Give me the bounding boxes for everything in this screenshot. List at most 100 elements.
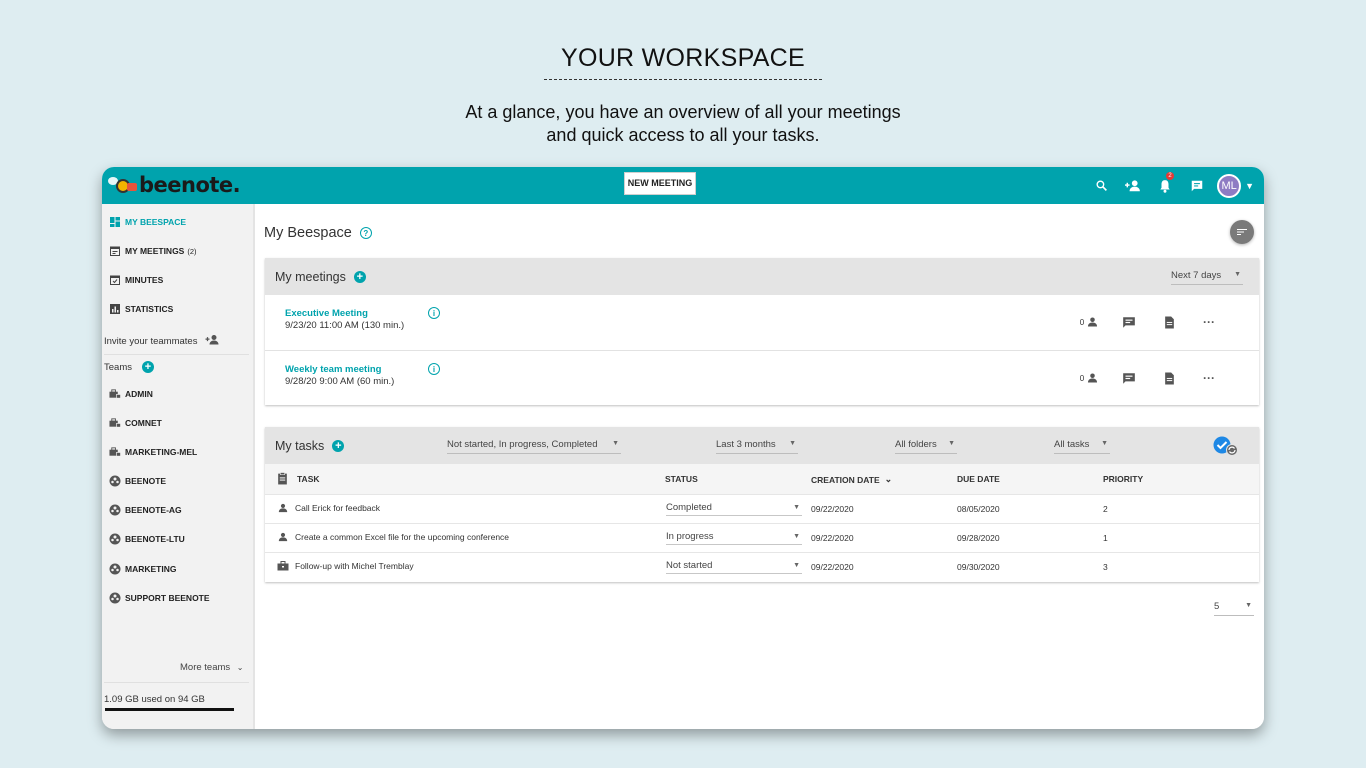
tasks-table-header: TASK STATUS CREATION DATE ⌄ DUE DATE PRI…	[265, 464, 1259, 494]
invite-label: Invite your teammates	[104, 335, 198, 347]
page-size-value: 5	[1214, 601, 1220, 612]
tasks-card: My tasks + Not started, In progress, Com…	[265, 427, 1259, 582]
task-status-value: In progress	[666, 531, 714, 542]
calendar-check-icon	[109, 274, 121, 286]
task-status-filter[interactable]: Not started, In progress, Completed ▼	[447, 439, 621, 454]
team-icon	[109, 475, 121, 487]
task-name: Call Erick for feedback	[295, 503, 381, 513]
add-meeting-icon[interactable]: +	[353, 271, 366, 283]
task-cell[interactable]: Create a common Excel file for the upcom…	[277, 532, 509, 542]
task-name: Create a common Excel file for the upcom…	[295, 532, 510, 542]
sidebar-team-marketing[interactable]: MARKETING	[109, 559, 176, 579]
info-icon[interactable]: i	[428, 363, 440, 375]
sidebar-team-beenote-ltu[interactable]: BEENOTE-LTU	[109, 529, 185, 549]
task-cell[interactable]: Call Erick for feedback	[277, 503, 380, 513]
meetings-title: My meetings +	[275, 270, 366, 284]
refresh-tasks-icon[interactable]	[1212, 436, 1240, 461]
participants-count[interactable]: 0	[1069, 373, 1109, 383]
creation-date-column-header[interactable]: CREATION DATE ⌄	[811, 474, 892, 485]
team-icon	[109, 592, 121, 604]
add-task-icon[interactable]: +	[332, 440, 345, 452]
more-options-icon[interactable]: ···	[1189, 371, 1229, 385]
sidebar-team-comnet[interactable]: COMNET	[109, 413, 162, 433]
hero-header: YOUR WORKSPACE	[0, 44, 1366, 80]
more-teams-link[interactable]: More teams ⌄	[180, 662, 244, 673]
sidebar-team-admin[interactable]: ADMIN	[109, 384, 153, 404]
task-period-filter-value: Last 3 months	[716, 439, 776, 450]
user-avatar[interactable]: ML	[1217, 173, 1242, 198]
task-folder-filter[interactable]: All folders ▼	[895, 439, 957, 454]
notifications-icon[interactable]: 2	[1149, 167, 1181, 204]
meeting-actions: 0 ···	[1069, 315, 1229, 329]
task-cell[interactable]: Follow-up with Michel Tremblay	[277, 561, 414, 571]
calendar-icon	[109, 245, 121, 257]
sidebar-item-statistics[interactable]: STATISTICS	[109, 299, 173, 319]
comment-icon[interactable]	[1109, 372, 1149, 385]
due-date-column-header[interactable]: DUE DATE	[957, 474, 1000, 484]
sidebar-team-marketing-mel[interactable]: MARKETING-MEL	[109, 442, 197, 462]
invite-teammates[interactable]: Invite your teammates	[104, 334, 220, 348]
document-icon[interactable]	[1149, 372, 1189, 385]
comment-icon[interactable]	[1109, 316, 1149, 329]
add-user-icon[interactable]	[1117, 167, 1149, 204]
task-type-filter-value: All tasks	[1054, 439, 1090, 450]
meeting-name[interactable]: Executive Meeting	[285, 308, 368, 319]
priority-column-header[interactable]: PRIORITY	[1103, 474, 1143, 484]
person-icon	[277, 532, 289, 542]
avatar-menu-caret-icon[interactable]: ▼	[1245, 181, 1254, 191]
info-icon[interactable]: i	[428, 307, 440, 319]
table-row: Follow-up with Michel Tremblay Not start…	[265, 552, 1259, 581]
meetings-title-text: My meetings	[275, 270, 346, 284]
task-created-date: 09/22/2020	[811, 533, 854, 543]
task-type-filter[interactable]: All tasks ▼	[1054, 439, 1110, 454]
meeting-date: 9/28/20 9:00 AM (60 min.)	[285, 376, 395, 387]
add-user-icon	[205, 334, 220, 348]
briefcase-icon	[277, 561, 289, 571]
top-actions: 2 ML ▼	[1085, 167, 1264, 204]
sidebar-item-label: MY BEESPACE	[125, 217, 187, 227]
task-name: Follow-up with Michel Tremblay	[295, 561, 414, 571]
chat-icon[interactable]	[1181, 167, 1213, 204]
sidebar-team-support-beenote[interactable]: SUPPORT BEENOTE	[109, 588, 210, 608]
task-status-select[interactable]: Not started ▼	[666, 560, 802, 574]
meetings-period-select[interactable]: Next 7 days ▼	[1171, 270, 1243, 285]
sidebar-item-my-meetings[interactable]: MY MEETINGS (2)	[109, 241, 197, 261]
tasks-title-text: My tasks	[275, 439, 325, 453]
sidebar-divider	[104, 354, 249, 355]
sidebar-team-beenote-ag[interactable]: BEENOTE-AG	[109, 500, 182, 520]
status-column-header[interactable]: STATUS	[665, 474, 698, 484]
task-status-select[interactable]: In progress ▼	[666, 531, 802, 545]
task-created-date: 09/22/2020	[811, 562, 854, 572]
caret-down-icon: ▼	[793, 562, 800, 569]
sidebar-item-label: STATISTICS	[125, 304, 174, 314]
caret-down-icon: ▼	[793, 533, 800, 540]
search-icon[interactable]	[1085, 167, 1117, 204]
help-icon[interactable]: ?	[359, 227, 372, 239]
task-period-filter[interactable]: Last 3 months ▼	[716, 439, 798, 454]
logo[interactable]: beenote.	[108, 172, 241, 198]
document-icon[interactable]	[1149, 316, 1189, 329]
meeting-row: Weekly team meeting 9/28/20 9:00 AM (60 …	[265, 350, 1259, 405]
meeting-actions: 0 ···	[1069, 371, 1229, 385]
participants-count[interactable]: 0	[1069, 317, 1109, 327]
add-team-icon[interactable]: +	[141, 361, 154, 373]
participants-count-value: 0	[1079, 373, 1085, 383]
meeting-name[interactable]: Weekly team meeting	[285, 364, 381, 375]
task-due-date: 09/30/2020	[957, 562, 1000, 572]
table-row: Call Erick for feedback Completed ▼ 09/2…	[265, 494, 1259, 523]
task-column-header: TASK	[277, 472, 320, 485]
team-label: MARKETING-MEL	[125, 447, 198, 457]
dashboard-icon	[109, 216, 121, 228]
hero-title: YOUR WORKSPACE	[560, 44, 806, 72]
sort-menu-button[interactable]	[1230, 220, 1254, 244]
new-meeting-button[interactable]: NEW MEETING	[624, 172, 696, 195]
page-size-select[interactable]: 5 ▼	[1214, 601, 1254, 616]
task-status-filter-value: Not started, In progress, Completed	[447, 439, 598, 450]
sidebar-team-beenote[interactable]: BEENOTE	[109, 471, 166, 491]
table-row: Create a common Excel file for the upcom…	[265, 523, 1259, 552]
more-options-icon[interactable]: ···	[1189, 315, 1229, 329]
task-status-select[interactable]: Completed ▼	[666, 502, 802, 516]
sidebar-item-minutes[interactable]: MINUTES	[109, 270, 163, 290]
participants-count-value: 0	[1079, 317, 1085, 327]
sidebar-item-my-beespace[interactable]: MY BEESPACE	[109, 212, 186, 232]
